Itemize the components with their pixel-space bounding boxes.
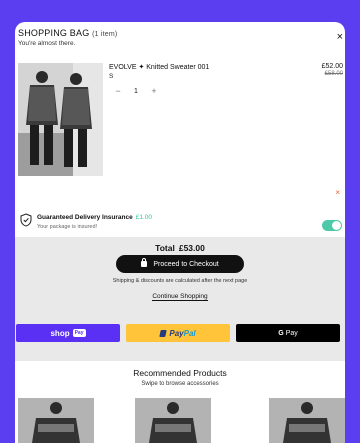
quantity-stepper: − 1 + bbox=[109, 86, 163, 96]
continue-shopping-container: Continue Shopping bbox=[15, 293, 345, 301]
insurance-price: £1.00 bbox=[135, 214, 153, 221]
product-photo-icon bbox=[18, 63, 103, 176]
recommended-subtitle: Swipe to browse accessories bbox=[141, 381, 219, 387]
cart-drawer: SHOPPING BAG (1 item) You're almost ther… bbox=[15, 22, 345, 443]
paypal-label-1: Pay bbox=[169, 328, 184, 338]
product-name[interactable]: EVOLVE ✦ Knitted Sweater 001 bbox=[109, 63, 209, 71]
continue-shopping-link[interactable]: Continue Shopping bbox=[152, 293, 208, 301]
cart-title: SHOPPING BAG (1 item) bbox=[18, 28, 345, 38]
product-original-price: £58.00 bbox=[324, 71, 343, 77]
recommended-photo-icon bbox=[269, 398, 345, 443]
recommended-product-card[interactable] bbox=[269, 398, 345, 443]
cart-item-count: (1 item) bbox=[92, 31, 118, 38]
total-amount: £53.00 bbox=[178, 243, 205, 253]
toggle-knob bbox=[332, 221, 341, 230]
product-image[interactable] bbox=[18, 63, 103, 176]
insurance-toggle[interactable] bbox=[322, 220, 342, 231]
delivery-insurance: Guaranteed Delivery Insurance £1.00 Your … bbox=[15, 208, 345, 237]
close-icon[interactable]: × bbox=[337, 32, 343, 43]
insurance-subtitle: Your package is insured! bbox=[37, 224, 98, 230]
google-pay-button[interactable]: G Pay bbox=[236, 324, 340, 342]
minus-icon[interactable]: − bbox=[109, 86, 127, 96]
remove-icon[interactable]: × bbox=[335, 188, 340, 197]
cart-subtitle: You're almost there. bbox=[18, 40, 76, 47]
recommended-photo-icon bbox=[135, 398, 211, 443]
cart-item: EVOLVE ✦ Knitted Sweater 001 S £52.00 £5… bbox=[15, 60, 345, 208]
order-summary: Total £53.00 Proceed to Checkout Shipping… bbox=[15, 237, 345, 313]
lock-icon bbox=[141, 258, 148, 267]
cart-header: SHOPPING BAG (1 item) You're almost ther… bbox=[18, 28, 345, 47]
insurance-title: Guaranteed Delivery Insurance £1.00 bbox=[37, 214, 152, 221]
recommended-photo-icon bbox=[18, 398, 94, 443]
shop-pay-tag: Pay bbox=[72, 329, 86, 337]
recommended-title: Recommended Products bbox=[133, 368, 227, 378]
shipping-note: Shipping & discounts are calculated afte… bbox=[112, 278, 248, 284]
recommended-product-card[interactable] bbox=[135, 398, 211, 443]
recommended-product-card[interactable] bbox=[18, 398, 94, 443]
insurance-title-text: Guaranteed Delivery Insurance bbox=[37, 214, 133, 221]
total-label: Total bbox=[155, 243, 175, 253]
express-payments: shop Pay Pay Pal G Pay bbox=[15, 313, 345, 361]
checkout-button[interactable]: Proceed to Checkout bbox=[116, 255, 244, 273]
product-size: S bbox=[109, 73, 114, 80]
shield-icon bbox=[20, 213, 32, 227]
google-pay-label: Pay bbox=[285, 329, 298, 337]
paypal-label-2: Pal bbox=[183, 328, 196, 338]
cart-title-text: SHOPPING BAG bbox=[18, 28, 90, 38]
paypal-icon bbox=[159, 329, 168, 337]
paypal-button[interactable]: Pay Pal bbox=[126, 324, 230, 342]
order-total: Total £53.00 bbox=[15, 243, 345, 253]
shop-pay-label: shop bbox=[50, 328, 70, 338]
google-icon: G bbox=[278, 329, 284, 337]
shop-pay-button[interactable]: shop Pay bbox=[16, 324, 120, 342]
product-price: £52.00 bbox=[321, 63, 343, 70]
checkout-label: Proceed to Checkout bbox=[153, 260, 219, 268]
quantity-value[interactable]: 1 bbox=[127, 88, 145, 95]
plus-icon[interactable]: + bbox=[145, 86, 163, 96]
recommended-products: Recommended Products Swipe to browse acc… bbox=[15, 361, 345, 443]
